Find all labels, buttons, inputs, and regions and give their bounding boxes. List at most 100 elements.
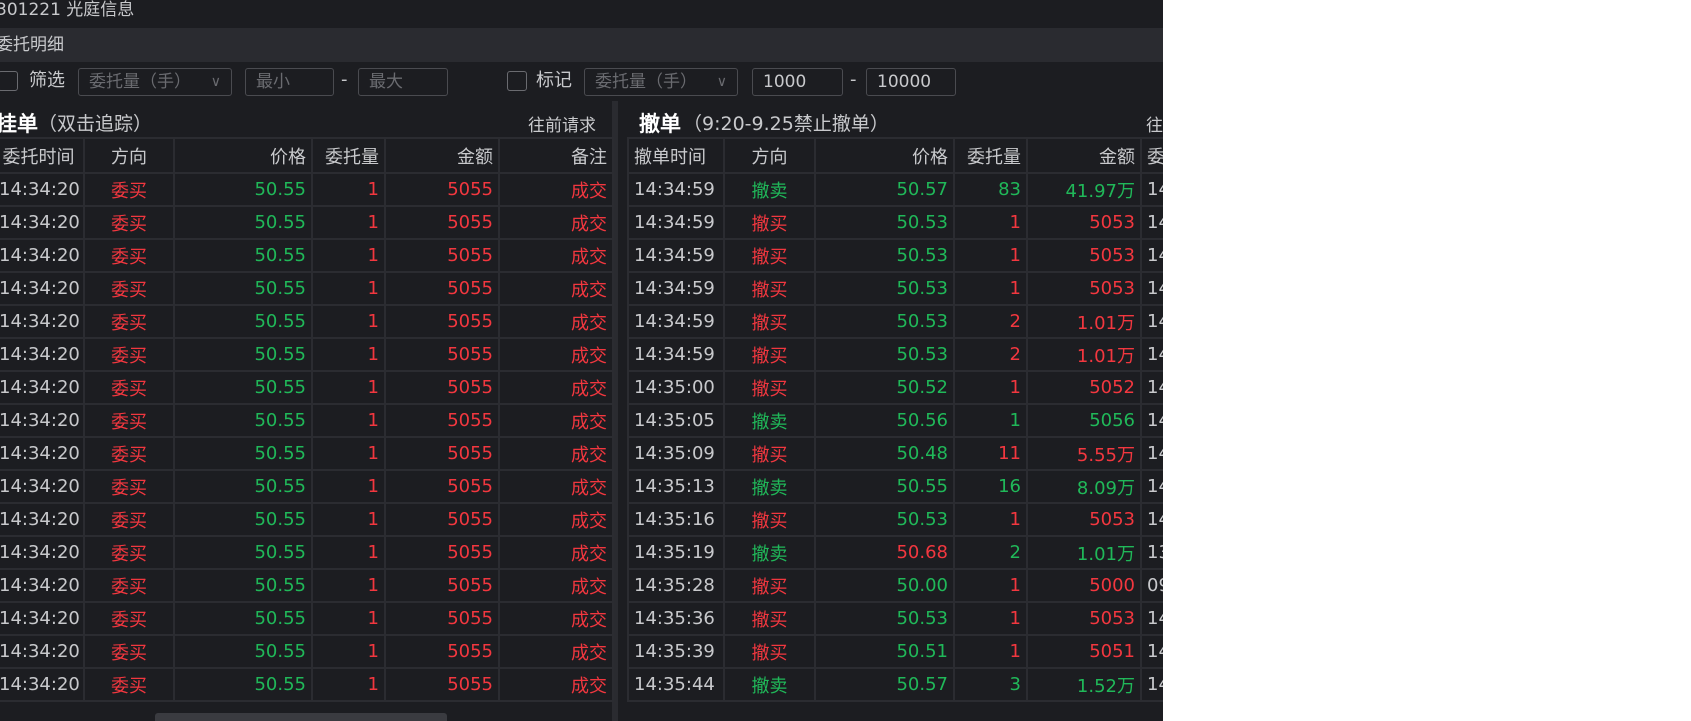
- price-cell: 50.55: [814, 469, 955, 504]
- col-header-price[interactable]: 价格: [173, 137, 313, 174]
- amount-cell: 8.09万: [1026, 469, 1142, 504]
- amount-cell: 5.55万: [1026, 436, 1142, 471]
- table-row[interactable]: 14:34:20 委买 50.55 1 5055 成交: [0, 634, 614, 669]
- col-header-direction[interactable]: 方向: [723, 137, 816, 174]
- price-cell: 50.55: [173, 502, 313, 537]
- table-row[interactable]: 14:34:20 委买 50.55 1 5055 成交: [0, 238, 614, 273]
- table-row[interactable]: 14:34:59撤买50.531505314:: [627, 238, 1163, 273]
- table-header-row: 撤单时间 方向 价格 委托量 金额 委托: [627, 137, 1163, 174]
- filter-checkbox[interactable]: [0, 71, 18, 91]
- table-row[interactable]: 14:34:20 委买 50.55 1 5055 成交: [0, 667, 614, 702]
- table-row[interactable]: 14:34:59撤买50.5321.01万14:: [627, 337, 1163, 372]
- direction-cell: 委买: [83, 667, 175, 702]
- col-header-volume[interactable]: 委托量: [953, 137, 1028, 174]
- order-time-cell: 14:: [1140, 172, 1163, 207]
- price-cell: 50.68: [814, 535, 955, 570]
- price-cell: 50.55: [173, 172, 313, 207]
- price-cell: 50.55: [173, 568, 313, 603]
- cancel-time-cell: 14:34:59: [627, 271, 725, 306]
- order-time-cell: 13:: [1140, 535, 1163, 570]
- table-row[interactable]: 14:34:20 委买 50.55 1 5055 成交: [0, 535, 614, 570]
- price-cell: 50.55: [173, 205, 313, 240]
- volume-cell: 1: [311, 667, 386, 702]
- direction-cell: 撤买: [723, 304, 816, 339]
- mark-field-select[interactable]: 委托量（手） ∨: [584, 68, 738, 96]
- table-row[interactable]: 14:35:19撤卖50.6821.01万13:: [627, 535, 1163, 570]
- table-row[interactable]: 14:34:20 委买 50.55 1 5055 成交: [0, 172, 614, 207]
- price-cell: 50.52: [814, 370, 955, 405]
- direction-cell: 委买: [83, 205, 175, 240]
- col-header-note[interactable]: 备注: [498, 137, 614, 174]
- mark-checkbox[interactable]: [507, 71, 527, 91]
- table-row[interactable]: 14:34:59撤买50.531505314:: [627, 271, 1163, 306]
- table-row[interactable]: 14:35:44撤卖50.5731.52万14:: [627, 667, 1163, 702]
- min-input[interactable]: 最小: [245, 68, 334, 96]
- col-header-amount[interactable]: 金额: [384, 137, 500, 174]
- price-cell: 50.48: [814, 436, 955, 471]
- col-header-amount[interactable]: 金额: [1026, 137, 1142, 174]
- amount-cell: 5053: [1026, 271, 1142, 306]
- order-time-cell: 14:34:20: [0, 403, 85, 438]
- max-input[interactable]: 最大: [358, 68, 448, 96]
- table-row[interactable]: 14:35:09撤买50.48115.55万14:: [627, 436, 1163, 471]
- table-row[interactable]: 14:35:00撤买50.521505214:: [627, 370, 1163, 405]
- table-row[interactable]: 14:35:39撤买50.511505114:: [627, 634, 1163, 669]
- order-time-cell: 14:: [1140, 469, 1163, 504]
- cancel-time-cell: 14:34:59: [627, 238, 725, 273]
- order-time-cell: 14:: [1140, 337, 1163, 372]
- load-earlier-cancel-button[interactable]: 往前: [1146, 111, 1163, 136]
- table-row[interactable]: 14:34:20 委买 50.55 1 5055 成交: [0, 271, 614, 306]
- table-row[interactable]: 14:34:20 委买 50.55 1 5055 成交: [0, 436, 614, 471]
- table-row[interactable]: 14:35:36撤买50.531505314:: [627, 601, 1163, 636]
- table-row[interactable]: 14:34:20 委买 50.55 1 5055 成交: [0, 337, 614, 372]
- col-header-direction[interactable]: 方向: [83, 137, 175, 174]
- col-header-time[interactable]: 委托时间: [0, 137, 85, 174]
- load-earlier-button[interactable]: 往前请求: [528, 111, 596, 136]
- volume-cell: 1: [953, 502, 1028, 537]
- table-row[interactable]: 14:34:59撤买50.5321.01万14:: [627, 304, 1163, 339]
- order-time-cell: 14:: [1140, 370, 1163, 405]
- col-header-cancel-time[interactable]: 撤单时间: [627, 137, 725, 174]
- price-cell: 50.55: [173, 535, 313, 570]
- range-dash: -: [850, 69, 857, 90]
- table-row[interactable]: 14:35:05撤卖50.561505614:: [627, 403, 1163, 438]
- table-row[interactable]: 14:34:20 委买 50.55 1 5055 成交: [0, 601, 614, 636]
- volume-cell: 1: [311, 370, 386, 405]
- table-row[interactable]: 14:35:13撤卖50.55168.09万14:: [627, 469, 1163, 504]
- amount-cell: 5055: [384, 271, 500, 306]
- volume-cell: 1: [311, 271, 386, 306]
- col-header-price[interactable]: 价格: [814, 137, 955, 174]
- volume-cell: 1: [953, 568, 1028, 603]
- table-row[interactable]: 14:34:59撤买50.531505314:: [627, 205, 1163, 240]
- table-row[interactable]: 14:34:20 委买 50.55 1 5055 成交: [0, 370, 614, 405]
- table-row[interactable]: 14:34:20 委买 50.55 1 5055 成交: [0, 205, 614, 240]
- direction-cell: 撤买: [723, 337, 816, 372]
- table-header-row: 委托时间 方向 价格 委托量 金额 备注: [0, 137, 614, 174]
- filter-field-select[interactable]: 委托量（手） ∨: [78, 68, 232, 96]
- col-header-order-time[interactable]: 委托: [1140, 137, 1163, 174]
- table-row[interactable]: 14:34:59撤卖50.578341.97万14:: [627, 172, 1163, 207]
- order-time-cell: 14:34:20: [0, 337, 85, 372]
- volume-cell: 1: [311, 238, 386, 273]
- mark-max-input[interactable]: 10000: [866, 68, 956, 96]
- volume-cell: 1: [953, 403, 1028, 438]
- price-cell: 50.53: [814, 238, 955, 273]
- table-row[interactable]: 14:34:20 委买 50.55 1 5055 成交: [0, 403, 614, 438]
- note-cell: 成交: [498, 634, 614, 669]
- order-time-cell: 14:: [1140, 304, 1163, 339]
- table-row[interactable]: 14:34:20 委买 50.55 1 5055 成交: [0, 502, 614, 537]
- tooltip-popup: [155, 713, 447, 721]
- table-row[interactable]: 14:34:20 委买 50.55 1 5055 成交: [0, 568, 614, 603]
- mark-min-input[interactable]: 1000: [752, 68, 843, 96]
- cancel-time-cell: 14:35:05: [627, 403, 725, 438]
- table-row[interactable]: 14:35:16撤买50.531505314:: [627, 502, 1163, 537]
- table-row[interactable]: 14:34:20 委买 50.55 1 5055 成交: [0, 304, 614, 339]
- price-cell: 50.55: [173, 370, 313, 405]
- table-row[interactable]: 14:34:20 委买 50.55 1 5055 成交: [0, 469, 614, 504]
- price-cell: 50.53: [814, 205, 955, 240]
- price-cell: 50.53: [814, 304, 955, 339]
- volume-cell: 1: [953, 634, 1028, 669]
- table-row[interactable]: 14:35:28撤买50.001500009:: [627, 568, 1163, 603]
- col-header-volume[interactable]: 委托量: [311, 137, 386, 174]
- volume-cell: 16: [953, 469, 1028, 504]
